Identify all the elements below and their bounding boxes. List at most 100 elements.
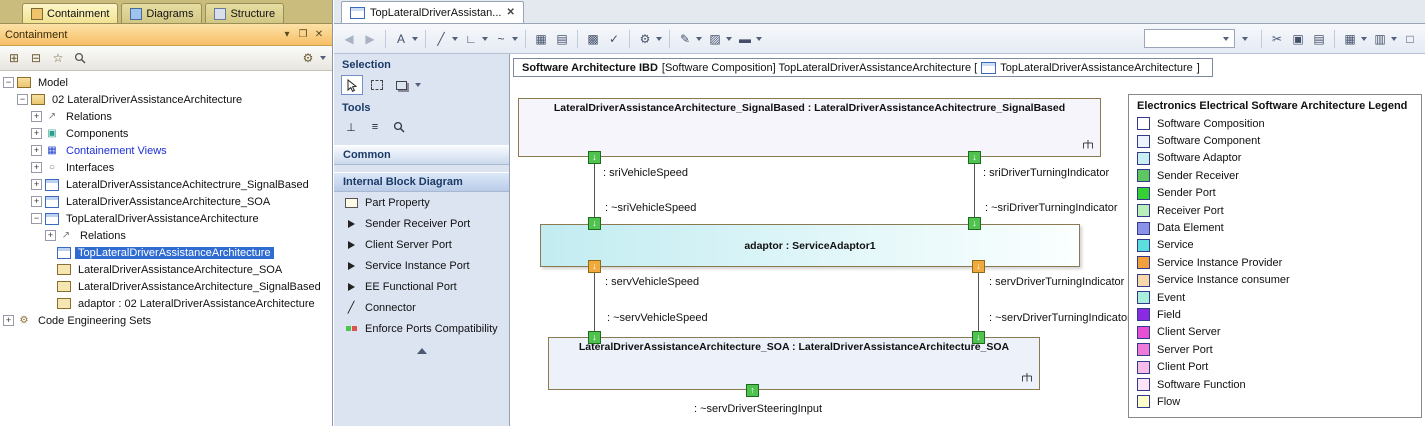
palette-item-ee-functional-port[interactable]: EE Functional Port <box>334 276 509 297</box>
palette-item-client-server-port[interactable]: Client Server Port <box>334 234 509 255</box>
port-conj-servVehicleSpeed[interactable]: ↓ <box>588 331 601 344</box>
panel-menu-icon[interactable]: ▾ <box>279 27 295 42</box>
search-icon[interactable] <box>70 48 90 68</box>
diagram-options-gear-icon[interactable]: ⚙ <box>635 28 655 50</box>
label-sriDriverTurningIndicator[interactable]: : sriDriverTurningIndicator <box>983 167 1109 179</box>
zoom-tool-button[interactable] <box>389 118 409 136</box>
tree-item-components[interactable]: + ▣ Components <box>0 125 332 142</box>
expand-expander-icon[interactable]: + <box>45 230 56 241</box>
marquee-select-button[interactable] <box>367 76 387 94</box>
label-conj-servDriverTurningIndicator[interactable]: : ~servDriverTurningIndicator <box>989 312 1131 324</box>
tree-item-part-soa[interactable]: LateralDriverAssistanceArchitecture_SOA <box>0 261 332 278</box>
tree-item-architecture-package[interactable]: − 02 LateralDriverAssistanceArchitecture <box>0 91 332 108</box>
back-button[interactable]: ◀ <box>339 28 359 50</box>
port-conj-sriVehicleSpeed[interactable]: ↓ <box>588 217 601 230</box>
tree-item-relations[interactable]: + ↗ Relations <box>0 108 332 125</box>
block-adaptor[interactable]: adaptor : ServiceAdaptor1 <box>540 224 1080 267</box>
section-internal-block-diagram[interactable]: Internal Block Diagram <box>334 172 509 192</box>
architecture-legend[interactable]: Electronics Electrical Software Architec… <box>1128 94 1422 418</box>
port-servVehicleSpeed[interactable]: ↓ <box>588 260 601 273</box>
connector-sriDriverTurningIndicator[interactable] <box>974 164 975 217</box>
palette-item-enforce-ports-compatibility[interactable]: Enforce Ports Compatibility <box>334 318 509 339</box>
palette-item-part-property[interactable]: Part Property <box>334 192 509 213</box>
label-servVehicleSpeed[interactable]: : servVehicleSpeed <box>605 276 699 288</box>
copy-button[interactable]: ▣ <box>1288 28 1308 50</box>
fill-color-button[interactable]: ▨ <box>705 28 725 50</box>
tree-item-part-signalbased[interactable]: LateralDriverAssistanceArchitecture_Sign… <box>0 278 332 295</box>
block-soa[interactable]: LateralDriverAssistanceArchitecture_SOA … <box>548 337 1040 390</box>
section-common[interactable]: Common <box>334 145 509 165</box>
tree-item-top-architecture[interactable]: − TopLateralDriverAssistanceArchitecture <box>0 210 332 227</box>
line-color-button[interactable]: ▬ <box>735 28 755 50</box>
close-tab-icon[interactable]: ✕ <box>506 7 514 18</box>
connector-servDriverTurningIndicator[interactable] <box>978 273 979 331</box>
style-combo-box[interactable] <box>1144 29 1235 48</box>
label-conj-sriDriverTurningIndicator[interactable]: : ~sriDriverTurningIndicator <box>985 202 1118 214</box>
sticky-tool-button[interactable]: ⊥ <box>341 118 361 136</box>
tree-item-soa-diagram[interactable]: + LateralDriverAssistanceArchitecture_SO… <box>0 193 332 210</box>
label-servDriverTurningIndicator[interactable]: : servDriverTurningIndicator <box>989 276 1124 288</box>
tab-structure[interactable]: Structure <box>205 3 284 23</box>
validate-button[interactable]: ✓ <box>604 28 624 50</box>
palette-item-connector[interactable]: ╱ Connector <box>334 297 509 318</box>
float-panel-icon[interactable]: ❐ <box>295 27 311 42</box>
diagram-canvas[interactable]: Software Architecture IBD [Software Comp… <box>510 54 1425 426</box>
tree-item-containment-views[interactable]: + ▦ Containement Views <box>0 142 332 159</box>
tab-containment[interactable]: Containment <box>22 3 118 23</box>
collapse-all-icon[interactable]: ⊞ <box>4 48 24 68</box>
multi-select-button[interactable] <box>391 76 411 94</box>
tree-item-signalbased-diagram[interactable]: + LateralDriverAssistanceAchitectrure_Si… <box>0 176 332 193</box>
expand-expander-icon[interactable]: + <box>31 111 42 122</box>
collapse-expander-icon[interactable]: − <box>31 213 42 224</box>
table-dropdown-button[interactable]: ▦ <box>1340 28 1360 50</box>
expand-expander-icon[interactable]: + <box>3 315 14 326</box>
tree-item-part-adaptor[interactable]: adaptor : 02 LateralDriverAssistanceArch… <box>0 295 332 312</box>
snap-grid-button[interactable]: ▤ <box>552 28 572 50</box>
label-sriVehicleSpeed[interactable]: : sriVehicleSpeed <box>603 167 688 179</box>
table2-dropdown-button[interactable]: ▥ <box>1370 28 1390 50</box>
label-conj-servVehicleSpeed[interactable]: : ~servVehicleSpeed <box>607 312 708 324</box>
diagram-header[interactable]: Software Architecture IBD [Software Comp… <box>513 58 1213 77</box>
port-sriVehicleSpeed[interactable]: ↓ <box>588 151 601 164</box>
gear-icon[interactable]: ⚙ <box>298 48 318 68</box>
curve-path-button[interactable]: ~ <box>491 28 511 50</box>
port-conj-sriDriverTurningIndicator[interactable]: ↓ <box>968 217 981 230</box>
label-conj-sriVehicleSpeed[interactable]: : ~sriVehicleSpeed <box>605 202 696 214</box>
forward-button[interactable]: ▶ <box>360 28 380 50</box>
align-tool-button[interactable]: ≡ <box>365 118 385 136</box>
tree-item-interfaces[interactable]: + ○ Interfaces <box>0 159 332 176</box>
expand-expander-icon[interactable]: + <box>31 196 42 207</box>
rectilinear-path-button[interactable]: ∟ <box>461 28 481 50</box>
window-button[interactable]: □ <box>1400 28 1420 50</box>
combo-extra-dropdown[interactable] <box>1236 28 1256 50</box>
oblique-path-button[interactable]: ╱ <box>431 28 451 50</box>
tree-item-relations[interactable]: + ↗ Relations <box>0 227 332 244</box>
quick-layout-button[interactable]: A <box>391 28 411 50</box>
palette-item-sender-receiver-port[interactable]: Sender Receiver Port <box>334 213 509 234</box>
expand-expander-icon[interactable]: + <box>31 179 42 190</box>
paste-button[interactable]: ▤ <box>1309 28 1329 50</box>
connector-servVehicleSpeed[interactable] <box>594 273 595 331</box>
show-grid-button[interactable]: ▦ <box>531 28 551 50</box>
collapse-expander-icon[interactable]: − <box>17 94 28 105</box>
tree-item-code-engineering-sets[interactable]: + ⚙ Code Engineering Sets <box>0 312 332 329</box>
pen-style-button[interactable]: ✎ <box>675 28 695 50</box>
tree-item-model[interactable]: − Model <box>0 74 332 91</box>
expand-expander-icon[interactable]: + <box>31 128 42 139</box>
connector-sriVehicleSpeed[interactable] <box>594 164 595 217</box>
cut-button[interactable]: ✂ <box>1267 28 1287 50</box>
palette-item-service-instance-port[interactable]: Service Instance Port <box>334 255 509 276</box>
palette-collapse-button[interactable] <box>334 339 509 363</box>
expand-expander-icon[interactable]: + <box>31 162 42 173</box>
label-conj-servDriverSteeringInput[interactable]: : ~servDriverSteeringInput <box>694 403 822 415</box>
block-signalbased[interactable]: LateralDriverAssistanceArchitecture_Sign… <box>518 98 1101 157</box>
collapse-expander-icon[interactable]: − <box>3 77 14 88</box>
port-conj-servDriverTurningIndicator[interactable]: ↓ <box>972 331 985 344</box>
document-tab[interactable]: TopLateralDriverAssistan... ✕ <box>341 1 524 23</box>
tab-diagrams[interactable]: Diagrams <box>121 3 202 23</box>
expand-expander-icon[interactable]: + <box>31 145 42 156</box>
cursor-select-button[interactable] <box>341 75 363 95</box>
port-conj-servDriverSteeringInput[interactable]: ↑ <box>746 384 759 397</box>
save-as-image-button[interactable]: ▩ <box>583 28 603 50</box>
favorites-icon[interactable]: ☆ <box>48 48 68 68</box>
